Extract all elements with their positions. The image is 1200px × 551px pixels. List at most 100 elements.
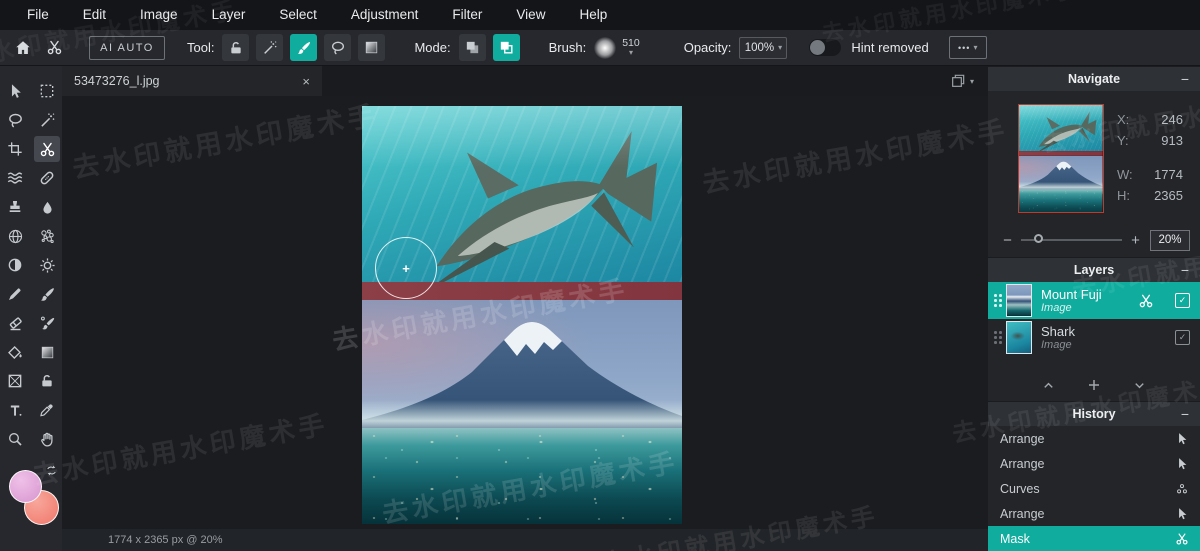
tool-lasso[interactable] — [2, 107, 28, 133]
layer-visibility-checkbox[interactable]: ✓ — [1175, 330, 1190, 345]
tool-eraser[interactable] — [2, 310, 28, 336]
nav-field-x: X: 246 — [1117, 109, 1183, 130]
tool-zoom[interactable] — [2, 426, 28, 452]
arrange-windows-icon — [950, 73, 966, 89]
layer-row-mount-fuji[interactable]: Mount Fuji Image ✓ — [988, 282, 1200, 319]
zoom-slider-handle[interactable] — [1034, 234, 1043, 243]
opacity-value: 100% — [744, 41, 775, 54]
canvas-area[interactable]: + 1774 x 2365 px @ 20% — [62, 96, 988, 551]
tool-gradient[interactable] — [34, 339, 60, 365]
tool-fill-bucket[interactable] — [2, 339, 28, 365]
layer-visibility-checkbox[interactable]: ✓ — [1175, 293, 1190, 308]
menu-layer[interactable]: Layer — [195, 0, 263, 30]
tool-marquee-select[interactable] — [34, 78, 60, 104]
brush-preview-swatch[interactable] — [594, 36, 617, 59]
layer-drag-handle-icon[interactable] — [994, 294, 1002, 307]
zoom-slider[interactable] — [1021, 234, 1122, 243]
zoom-in-button[interactable]: + — [1129, 232, 1142, 249]
tool-type[interactable] — [2, 397, 28, 423]
tool-option-lasso-button[interactable] — [324, 34, 352, 61]
move-layer-down-icon[interactable] — [1132, 378, 1147, 393]
home-icon[interactable] — [14, 39, 32, 57]
history-item-arrange-1[interactable]: Arrange — [988, 451, 1200, 476]
tool-dodge[interactable] — [2, 252, 28, 278]
layer-scissors-icon[interactable] — [1138, 293, 1154, 309]
mode-normal-button[interactable] — [458, 34, 486, 61]
layer-meta: Mount Fuji Image — [1041, 287, 1102, 315]
tool-eyedropper[interactable] — [34, 397, 60, 423]
hint-removed-toggle[interactable] — [809, 39, 842, 56]
composite-image[interactable] — [1019, 105, 1103, 212]
menu-edit[interactable]: Edit — [66, 0, 123, 30]
composite-image[interactable] — [362, 106, 682, 524]
ellipsis-icon: ••• — [957, 42, 971, 53]
tool-option-gradient-button[interactable] — [358, 34, 386, 61]
history-item-label: Arrange — [1000, 431, 1045, 446]
chevron-down-icon: ▾ — [628, 47, 633, 57]
navigator-thumbnail[interactable] — [1018, 104, 1104, 213]
tool-adjust-sun[interactable] — [34, 252, 60, 278]
city-lights — [362, 428, 682, 524]
tool-hand[interactable] — [34, 426, 60, 452]
minimize-icon[interactable]: − — [1181, 259, 1189, 282]
ai-auto-button[interactable]: AI AUTO — [89, 35, 165, 60]
layer-row-shark[interactable]: Shark Image ✓ — [988, 319, 1200, 356]
history-item-mask-4[interactable]: Mask — [988, 526, 1200, 551]
add-layer-icon[interactable] — [1086, 377, 1102, 393]
history-item-arrange-0[interactable]: Arrange — [988, 426, 1200, 451]
tool-option-brush-button[interactable] — [290, 34, 318, 61]
opacity-select[interactable]: 100% ▾ — [739, 36, 788, 59]
tool-clone-stamp[interactable] — [2, 194, 28, 220]
arrange-windows-button[interactable]: ▾ — [950, 73, 974, 89]
minimize-icon[interactable]: − — [1181, 68, 1189, 91]
layer-name: Shark — [1041, 323, 1075, 339]
tool-brush[interactable] — [34, 281, 60, 307]
nav-field-value: 246 — [1161, 112, 1183, 127]
tab-document[interactable]: 53473276_l.jpg × — [62, 66, 322, 96]
tool-move[interactable] — [2, 78, 28, 104]
zoom-value-box[interactable]: 20% — [1150, 229, 1190, 251]
layer-thumbnail[interactable] — [1006, 321, 1032, 354]
history-item-arrange-3[interactable]: Arrange — [988, 501, 1200, 526]
document-tab-bar: 53473276_l.jpg × ▾ — [62, 66, 988, 96]
tool-spot-heal[interactable] — [34, 107, 60, 133]
move-layer-up-icon[interactable] — [1041, 378, 1056, 393]
menu-filter[interactable]: Filter — [435, 0, 499, 30]
scissors-icon[interactable] — [46, 39, 63, 56]
zoom-out-button[interactable]: − — [1001, 232, 1014, 249]
tool-blur-drop[interactable] — [34, 194, 60, 220]
tool-option-lock-button[interactable] — [222, 34, 250, 61]
tool-frame[interactable] — [2, 368, 28, 394]
tool-pencil[interactable] — [2, 281, 28, 307]
tool-lock[interactable] — [34, 368, 60, 394]
menu-view[interactable]: View — [499, 0, 562, 30]
swap-colors-icon[interactable] — [45, 464, 58, 477]
history-scissors-icon — [1175, 532, 1189, 546]
menu-image[interactable]: Image — [123, 0, 195, 30]
tool-mixer-brush[interactable] — [34, 310, 60, 336]
menu-adjustment[interactable]: Adjustment — [334, 0, 436, 30]
menu-help[interactable]: Help — [562, 0, 624, 30]
tool-liquify-sphere[interactable] — [2, 223, 28, 249]
close-icon[interactable]: × — [302, 74, 310, 89]
menu-file[interactable]: File — [10, 0, 66, 30]
mode-add-button[interactable] — [492, 34, 520, 61]
layer-controls — [988, 372, 1200, 398]
history-cursor-icon — [1175, 507, 1189, 521]
tool-heal-patch[interactable] — [34, 165, 60, 191]
tool-frequency-waves[interactable] — [2, 165, 28, 191]
brush-size-control[interactable]: 510 ▾ — [622, 37, 640, 57]
history-item-curves-2[interactable]: Curves — [988, 476, 1200, 501]
tool-bubbles[interactable] — [34, 223, 60, 249]
more-options-button[interactable]: ••• ▾ — [948, 36, 987, 59]
tool-crop[interactable] — [2, 136, 28, 162]
layers-panel-header: Layers − — [988, 257, 1200, 282]
brush-cursor[interactable]: + — [375, 237, 437, 299]
tool-remove-scissors[interactable] — [34, 136, 60, 162]
menu-select[interactable]: Select — [262, 0, 334, 30]
layer-drag-handle-icon[interactable] — [994, 331, 1002, 344]
minimize-icon[interactable]: − — [1181, 403, 1189, 426]
layer-thumbnail[interactable] — [1006, 284, 1032, 317]
tool-option-magic-wand-button[interactable] — [256, 34, 284, 61]
foreground-color-swatch[interactable] — [9, 470, 42, 503]
